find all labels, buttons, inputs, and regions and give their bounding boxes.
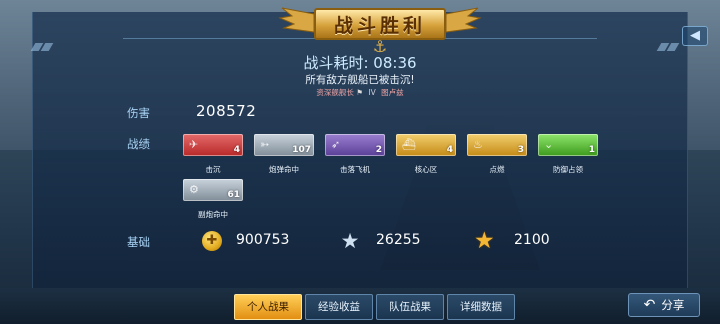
share-label: 分享: [661, 298, 685, 312]
turret-icon: ⚙: [189, 183, 199, 196]
panel-left-ornament: [30, 36, 61, 51]
share-button[interactable]: ↶ 分享: [628, 293, 700, 317]
medal-count: 107: [292, 145, 311, 155]
achievements-label: 战绩: [127, 137, 150, 151]
plane-icon: ✈: [189, 138, 199, 151]
medal-sink[interactable]: ✈ 4: [183, 134, 243, 156]
medal-fire[interactable]: ♨ 3: [467, 134, 527, 156]
medal-secondary-hits[interactable]: ⚙ 61: [183, 179, 243, 201]
tab-detailed-data[interactable]: 详细数据: [447, 294, 515, 320]
close-button[interactable]: ◀: [682, 26, 708, 46]
tab-team-results[interactable]: 队伍战果: [376, 294, 444, 320]
battle-time-label: 战斗耗时:: [303, 54, 369, 72]
back-arrow-icon: ◀: [690, 28, 700, 43]
medal-label: 炮弹命中: [269, 165, 299, 174]
tab-personal-results[interactable]: 个人战果: [234, 294, 302, 320]
citadel-ship-icon: ⛴: [402, 138, 416, 151]
medal-label: 点燃: [489, 165, 505, 174]
victory-title: 战斗胜利: [314, 8, 446, 40]
medal-label: 核心区: [414, 165, 438, 174]
flag-icon: ⚑: [356, 88, 363, 97]
player-rank: 资深舰舰长: [316, 88, 354, 97]
shell-icon: ➳: [260, 138, 270, 151]
victory-banner: 战斗胜利 ⚓: [278, 2, 482, 56]
medal-count: 1: [588, 145, 595, 155]
medal-count: 61: [227, 190, 240, 200]
ship-tier: IV: [368, 88, 376, 97]
medal-label: 击沉: [205, 165, 221, 174]
tab-experience[interactable]: 经验收益: [305, 294, 373, 320]
medal-shell-hits[interactable]: ➳ 107: [254, 134, 314, 156]
medal-count: 4: [446, 145, 453, 155]
battle-time-value: 08:36: [373, 54, 417, 72]
share-arrow-icon: ↶: [643, 297, 656, 313]
gold-star-icon: ★: [474, 228, 495, 254]
silver-star-icon: ★: [340, 229, 360, 253]
medal-aircraft-shot[interactable]: ➶ 2: [325, 134, 385, 156]
gold-coin-icon: ✚: [202, 231, 222, 251]
medal-count: 4: [233, 145, 240, 155]
medal-count: 2: [375, 145, 382, 155]
medal-label: 副炮命中: [198, 210, 228, 219]
experience-value: 26255: [376, 232, 421, 248]
medal-defense[interactable]: ⌄ 1: [538, 134, 598, 156]
medal-label: 击落飞机: [340, 165, 370, 174]
missile-icon: ➶: [331, 138, 341, 151]
damage-value: 208572: [196, 102, 257, 120]
chevron-down-icon: ⌄: [544, 138, 554, 151]
player-ship-line: 资深舰舰长 ⚑ IV 图卢兹: [0, 87, 720, 98]
base-label: 基础: [127, 235, 150, 249]
medal-citadel[interactable]: ⛴ 4: [396, 134, 456, 156]
gold-value: 900753: [236, 232, 290, 248]
medal-count: 3: [517, 145, 524, 155]
ship-name: 图卢兹: [381, 88, 404, 97]
battle-time: 战斗耗时: 08:36: [0, 52, 720, 73]
all-sunk-message: 所有敌方舰船已被击沉!: [305, 74, 415, 86]
captain-exp-value: 2100: [514, 232, 550, 248]
medal-label: 防御占领: [553, 165, 583, 174]
burning-ship-icon: ♨: [473, 138, 483, 151]
damage-label: 伤害: [127, 106, 150, 120]
